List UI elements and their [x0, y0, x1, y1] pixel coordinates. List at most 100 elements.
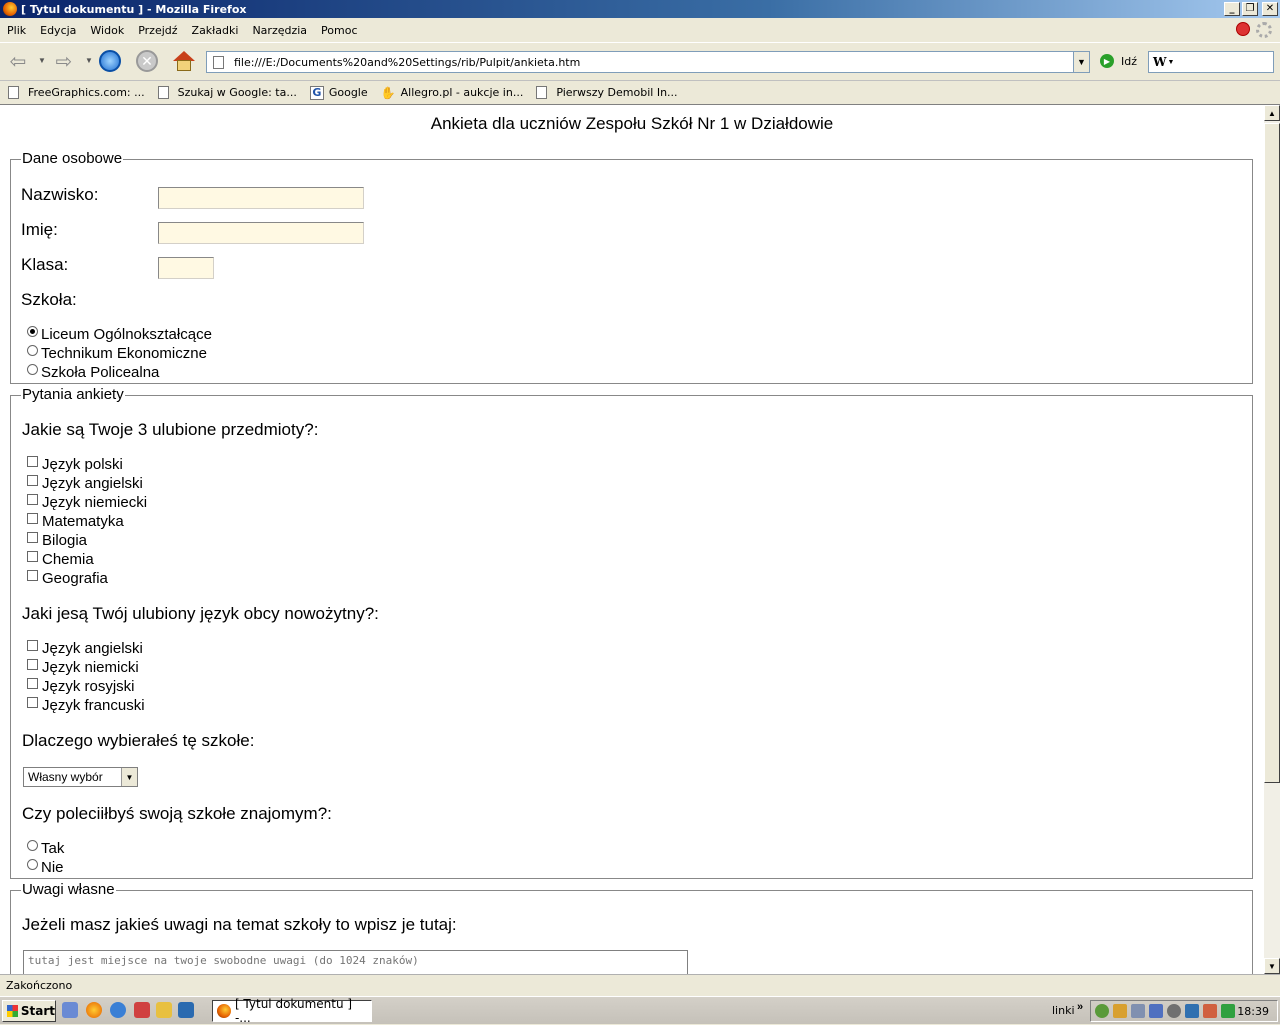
radio-button[interactable] — [27, 326, 38, 337]
language-option[interactable]: Język niemicki — [27, 659, 139, 676]
minimize-button[interactable]: _ — [1224, 2, 1240, 16]
page-icon — [157, 86, 169, 99]
radio-button[interactable] — [27, 364, 38, 375]
forward-dropdown-icon[interactable]: ▼ — [85, 56, 93, 65]
checkbox[interactable] — [27, 456, 38, 467]
remarks-question: Jeżeli masz jakieś uwagi na temat szkoły… — [22, 915, 457, 934]
search-box[interactable]: W ▼ — [1148, 51, 1274, 73]
recommend-option-no[interactable]: Nie — [27, 859, 64, 876]
subject-option[interactable]: Matematyka — [27, 513, 124, 530]
class-input[interactable] — [158, 257, 214, 279]
tray-antivirus-icon[interactable] — [1095, 1004, 1109, 1018]
tray-app-icon[interactable] — [1149, 1004, 1163, 1018]
radio-button[interactable] — [27, 345, 38, 356]
checkbox[interactable] — [27, 697, 38, 708]
quicklaunch-folder-icon[interactable] — [156, 1002, 172, 1018]
stop-indicator-icon[interactable] — [1236, 22, 1250, 36]
subject-option[interactable]: Chemia — [27, 551, 94, 568]
menu-file[interactable]: Plik — [0, 24, 33, 37]
radio-button[interactable] — [27, 840, 38, 851]
back-button[interactable]: ⇦ — [4, 48, 32, 74]
subject-option[interactable]: Język niemiecki — [27, 494, 147, 511]
stop-button[interactable]: ✕ — [133, 48, 161, 74]
close-button[interactable]: ✕ — [1262, 2, 1278, 16]
personal-data-legend: Dane osobowe — [22, 150, 123, 167]
subject-option[interactable]: Geografia — [27, 570, 108, 587]
chevron-right-icon[interactable]: » — [1077, 1001, 1083, 1013]
links-toolbar-label[interactable]: linki — [1052, 1004, 1075, 1017]
checkbox[interactable] — [27, 532, 38, 543]
reload-button[interactable] — [96, 48, 124, 74]
subject-option[interactable]: Język angielski — [27, 475, 143, 492]
surname-input[interactable] — [158, 187, 364, 209]
quicklaunch-media-icon[interactable] — [134, 1002, 150, 1018]
tray-update-icon[interactable] — [1221, 1004, 1235, 1018]
quicklaunch-ie-icon[interactable] — [110, 1002, 126, 1018]
back-arrow-icon: ⇦ — [9, 50, 27, 73]
search-engine-icon[interactable]: W — [1153, 55, 1166, 69]
start-button[interactable]: Start — [2, 1000, 56, 1022]
reload-icon — [99, 50, 121, 72]
language-option[interactable]: Język angielski — [27, 640, 143, 657]
restore-button[interactable]: ❐ — [1242, 2, 1258, 16]
menu-help[interactable]: Pomoc — [314, 24, 364, 37]
quicklaunch-app-icon[interactable] — [178, 1002, 194, 1018]
tray-sun-icon[interactable] — [1113, 1004, 1127, 1018]
bookmark-google[interactable]: G Google — [309, 85, 368, 100]
checkbox[interactable] — [27, 640, 38, 651]
subject-option[interactable]: Bilogia — [27, 532, 87, 549]
school-option-policealna[interactable]: Szkoła Policealna — [27, 364, 159, 381]
checkbox[interactable] — [27, 551, 38, 562]
scroll-down-button[interactable]: ▼ — [1264, 958, 1280, 974]
home-button[interactable] — [170, 48, 198, 74]
menu-edit[interactable]: Edycja — [33, 24, 83, 37]
remarks-textarea[interactable] — [23, 950, 688, 974]
recommend-option-yes[interactable]: Tak — [27, 840, 64, 857]
checkbox[interactable] — [27, 475, 38, 486]
checkbox[interactable] — [27, 678, 38, 689]
radio-button[interactable] — [27, 859, 38, 870]
menu-tools[interactable]: Narzędzia — [245, 24, 314, 37]
tray-clock-icon[interactable] — [1167, 1004, 1181, 1018]
reason-select[interactable]: Własny wybór ▼ — [23, 767, 138, 787]
school-option-technikum[interactable]: Technikum Ekonomiczne — [27, 345, 207, 362]
bookmark-google-search[interactable]: Szukaj w Google: ta... — [157, 86, 297, 99]
quicklaunch-desktop-icon[interactable] — [62, 1002, 78, 1018]
taskbar: Start [ Tytul dokumentu ] -... linki » 1… — [0, 996, 1280, 1025]
checkbox[interactable] — [27, 570, 38, 581]
go-button[interactable]: ▶ Idź — [1100, 54, 1137, 68]
tray-window-icon[interactable] — [1185, 1004, 1199, 1018]
name-label: Imię: — [21, 220, 58, 239]
language-option[interactable]: Język francuski — [27, 697, 145, 714]
tray-network-icon[interactable] — [1131, 1004, 1145, 1018]
forward-button[interactable]: ⇨ — [50, 48, 78, 74]
menu-view[interactable]: Widok — [83, 24, 131, 37]
surname-label: Nazwisko: — [21, 185, 99, 204]
taskbar-firefox-window[interactable]: [ Tytul dokumentu ] -... — [212, 997, 372, 1025]
menu-bookmarks[interactable]: Zakładki — [185, 24, 246, 37]
subject-option[interactable]: Język polski — [27, 456, 123, 473]
search-engine-dropdown-icon[interactable]: ▼ — [1167, 59, 1174, 66]
name-input[interactable] — [158, 222, 364, 244]
scroll-thumb[interactable] — [1264, 123, 1280, 783]
page-content: Ankieta dla uczniów Zespołu Szkół Nr 1 w… — [0, 104, 1264, 974]
bookmark-allegro[interactable]: ✋ Allegro.pl - aukcje in... — [381, 86, 524, 100]
checkbox[interactable] — [27, 513, 38, 524]
back-dropdown-icon[interactable]: ▼ — [38, 56, 46, 65]
system-tray: 18:39 — [1090, 1000, 1278, 1022]
bookmark-freegraphics[interactable]: FreeGraphics.com: ... — [8, 86, 145, 99]
checkbox[interactable] — [27, 659, 38, 670]
vertical-scrollbar[interactable]: ▲ ▼ — [1264, 104, 1280, 974]
tray-tools-icon[interactable] — [1203, 1004, 1217, 1018]
language-option[interactable]: Język rosyjski — [27, 678, 135, 695]
scroll-up-button[interactable]: ▲ — [1264, 105, 1280, 121]
url-history-dropdown[interactable]: ▼ — [1073, 52, 1089, 72]
chevron-down-icon[interactable]: ▼ — [121, 768, 137, 786]
menu-go[interactable]: Przejdź — [131, 24, 184, 37]
bookmark-demobil[interactable]: Pierwszy Demobil In... — [536, 86, 678, 99]
school-option-liceum[interactable]: Liceum Ogólnokształcące — [27, 326, 212, 343]
url-input[interactable] — [230, 55, 1073, 69]
google-icon: G — [309, 85, 324, 100]
quicklaunch-firefox-icon[interactable] — [86, 1002, 102, 1018]
checkbox[interactable] — [27, 494, 38, 505]
